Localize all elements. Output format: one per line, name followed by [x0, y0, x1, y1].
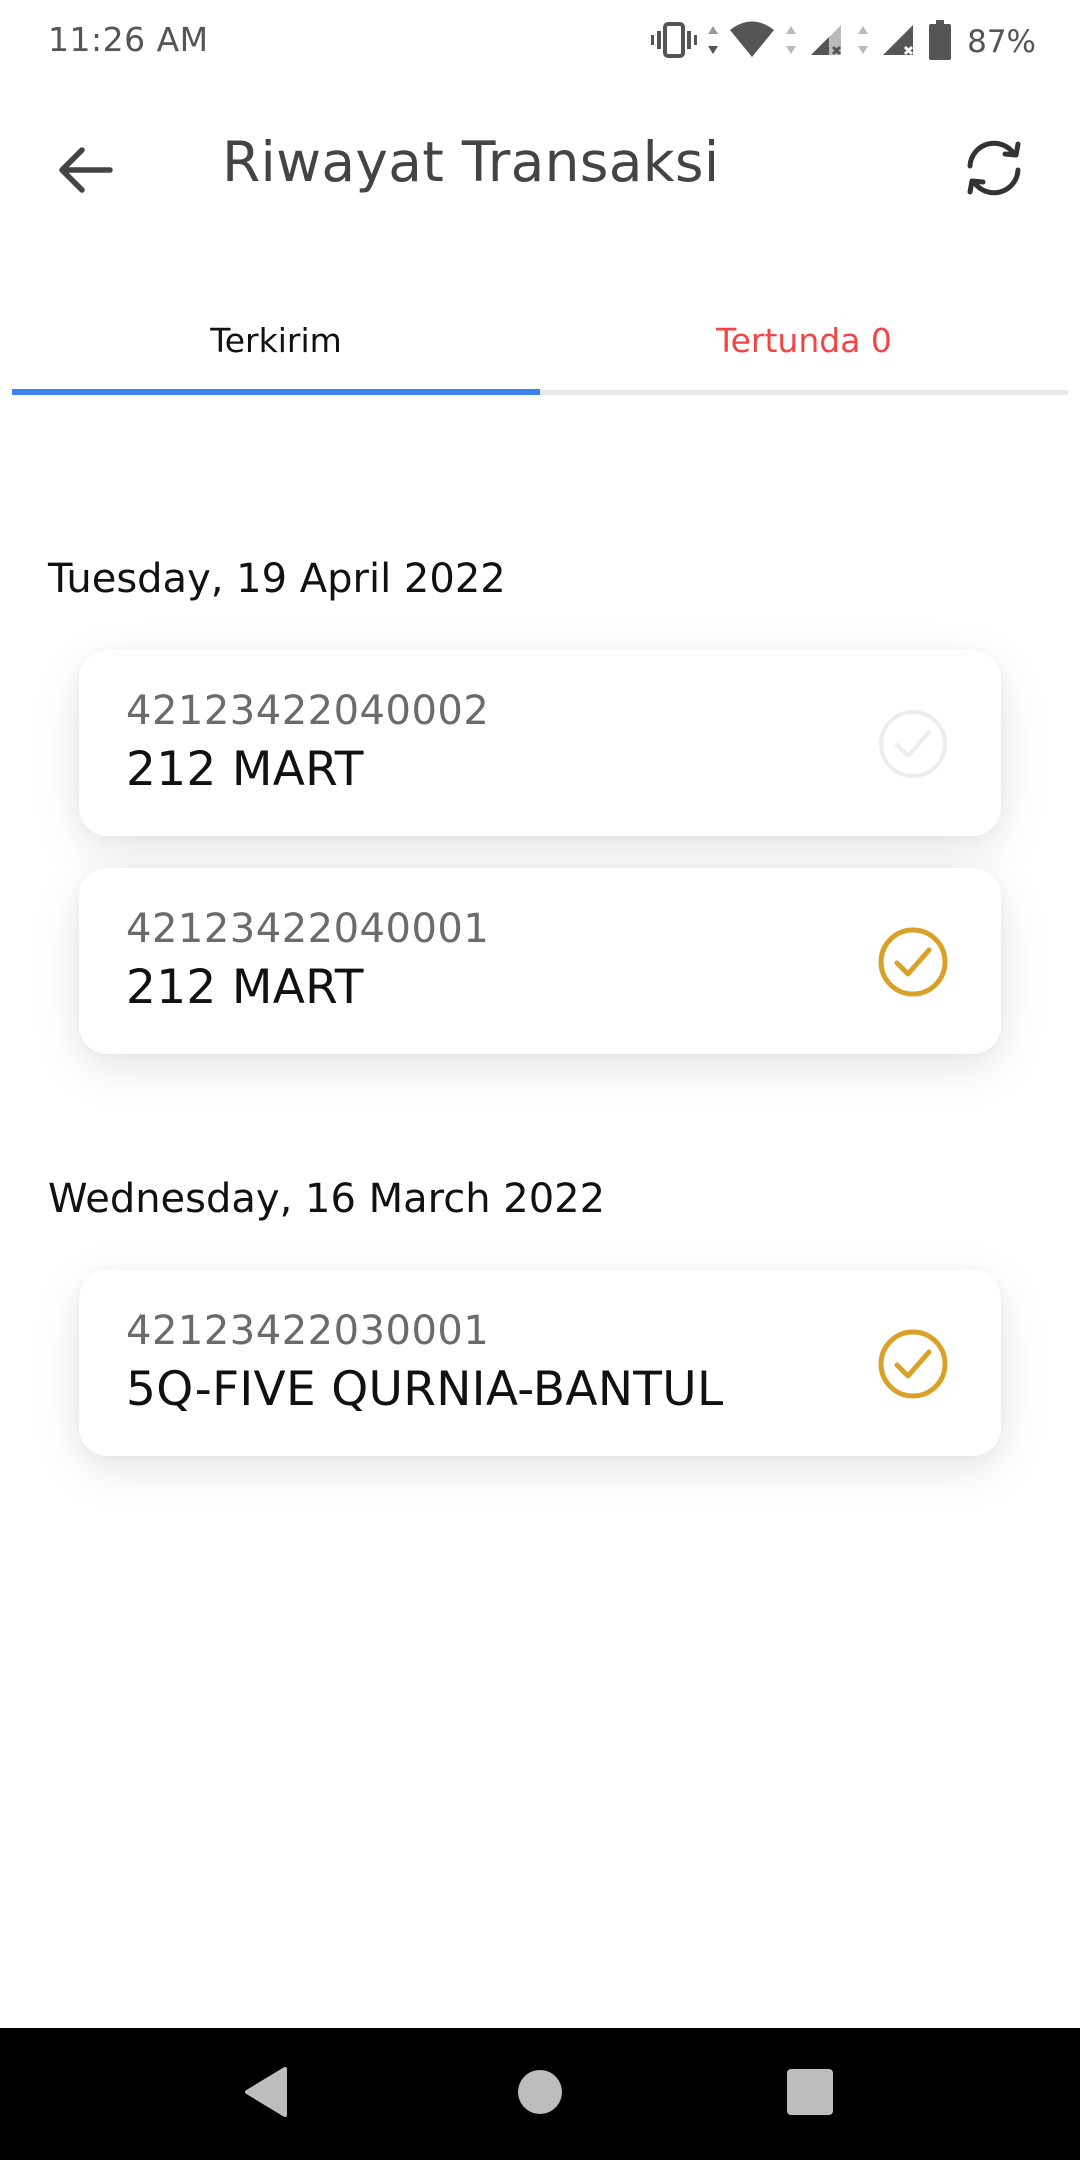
tab-indicator: [12, 389, 540, 395]
battery-icon: [929, 20, 952, 64]
nav-home-button[interactable]: [504, 2058, 576, 2130]
check-circle-icon: [877, 708, 949, 780]
check-circle-icon: [877, 1328, 949, 1400]
back-triangle-icon: [241, 2065, 291, 2123]
data-arrows-icon: [857, 22, 869, 62]
transaction-card[interactable]: 42123422030001 5Q-FIVE QURNIA-BANTUL: [79, 1270, 1001, 1456]
transaction-number: 42123422040002: [126, 688, 490, 734]
refresh-icon: [958, 132, 1030, 208]
refresh-button[interactable]: [946, 122, 1042, 218]
tab-tertunda[interactable]: Tertunda 0: [540, 290, 1068, 390]
tab-bar: Terkirim Tertunda 0: [12, 290, 1068, 396]
check-circle-icon: [877, 926, 949, 998]
nav-recents-button[interactable]: [774, 2058, 846, 2130]
app-bar: Riwayat Transaksi: [0, 84, 1080, 248]
data-arrows-icon: [707, 22, 719, 62]
store-name: 212 MART: [126, 742, 364, 797]
tab-terkirim[interactable]: Terkirim: [12, 290, 540, 390]
page-title: Riwayat Transaksi: [222, 130, 720, 194]
store-name: 5Q-FIVE QURNIA-BANTUL: [126, 1362, 724, 1417]
date-header: Wednesday, 16 March 2022: [48, 1176, 606, 1222]
battery-percent: 87%: [967, 24, 1036, 60]
transaction-number: 42123422040001: [126, 906, 490, 952]
signal-icon: [807, 21, 847, 63]
home-circle-icon: [516, 2068, 564, 2120]
data-arrows-icon: [785, 22, 797, 62]
transaction-card[interactable]: 42123422040002 212 MART: [79, 650, 1001, 836]
signal-icon: [879, 21, 919, 63]
navigation-bar: [0, 2028, 1080, 2160]
status-icons: 87%: [651, 18, 1036, 66]
status-time: 11:26 AM: [48, 20, 209, 59]
store-name: 212 MART: [126, 960, 364, 1015]
arrow-left-icon: [58, 146, 114, 198]
wifi-icon: [729, 21, 775, 63]
screen: 11:26 AM 87% Riwayat Transaksi Terkirim …: [0, 0, 1080, 2160]
status-bar: 11:26 AM 87%: [0, 0, 1080, 84]
back-button[interactable]: [46, 132, 126, 212]
date-header: Tuesday, 19 April 2022: [48, 556, 506, 602]
transaction-number: 42123422030001: [126, 1308, 490, 1354]
recents-square-icon: [786, 2068, 834, 2120]
vibrate-icon: [651, 20, 698, 64]
transaction-card[interactable]: 42123422040001 212 MART: [79, 868, 1001, 1054]
nav-back-button[interactable]: [230, 2058, 302, 2130]
